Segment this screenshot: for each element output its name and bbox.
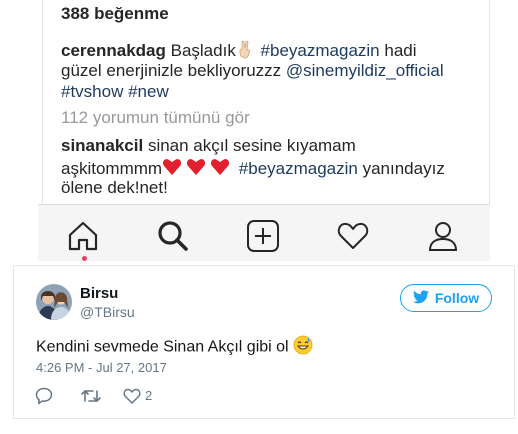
caption-hashtags[interactable]: #tvshow #new <box>61 82 169 102</box>
tweet-timestamp[interactable]: 4:26 PM - Jul 27, 2017 <box>36 360 167 375</box>
comment-text-3: yanındayız <box>357 158 445 178</box>
comment-text: sinan akçıl sesine kıyamam <box>143 136 356 155</box>
follow-label: Follow <box>434 290 480 306</box>
like-heart-icon[interactable] <box>122 386 142 406</box>
caption-text-3: güzel enerjinizle bekliyoruzzz <box>61 61 286 80</box>
likes-count: 388 beğenme <box>61 4 169 23</box>
retweet-icon[interactable] <box>80 386 102 406</box>
activity-heart-icon[interactable] <box>336 219 370 253</box>
tweet-author-handle[interactable]: @TBirsu <box>80 304 135 320</box>
comment-username[interactable]: sinanakcil <box>61 136 143 155</box>
comment-line-3: ölene dek!net! <box>61 178 168 197</box>
search-icon[interactable] <box>156 219 190 253</box>
caption-mention[interactable]: @sinemyildiz_official <box>286 61 444 80</box>
caption-text-2: hadi <box>379 40 417 60</box>
comment-text-2: aşkitommmm <box>61 158 163 178</box>
caption-line-2: güzel enerjinizle bekliyoruzzz @sinemyil… <box>61 61 444 81</box>
home-icon[interactable] <box>66 219 100 253</box>
tweet-body: Kendini sevmede Sinan Akçıl gibi ol <box>36 338 289 356</box>
profile-icon[interactable] <box>426 219 460 253</box>
caption-username[interactable]: cerennakdag <box>61 41 166 60</box>
view-all-comments-link[interactable]: 112 yorumun tümünü gör <box>61 108 250 128</box>
red-heart-emojis <box>162 157 234 182</box>
tweet-card: Birsu @TBirsu Follow Kendini sevmede Sin… <box>13 265 515 419</box>
tweet-text: Kendini sevmede Sinan Akçıl gibi ol <box>36 335 313 360</box>
notification-dot <box>82 256 87 261</box>
like-count: 2 <box>145 388 153 403</box>
twitter-bird-icon <box>412 289 429 307</box>
avatar[interactable] <box>36 284 72 320</box>
caption-hashtag[interactable]: #beyazmagazin <box>256 41 380 60</box>
tweet-author-name[interactable]: Birsu <box>80 285 118 302</box>
follow-button[interactable]: Follow <box>400 284 492 312</box>
comment-line-1: sinanakcil sinan akçıl sesine kıyamam <box>61 136 356 156</box>
instagram-post-card: 388 beğenme cerennakdag Başladık #beyazm… <box>42 0 490 204</box>
reply-icon[interactable] <box>34 386 54 406</box>
caption-text: Başladık <box>165 40 236 60</box>
instagram-bottom-nav <box>38 204 490 261</box>
comment-hashtag[interactable]: #beyazmagazin <box>239 159 358 178</box>
grinning-sweat-emoji <box>293 335 313 360</box>
new-post-icon[interactable] <box>246 219 280 253</box>
